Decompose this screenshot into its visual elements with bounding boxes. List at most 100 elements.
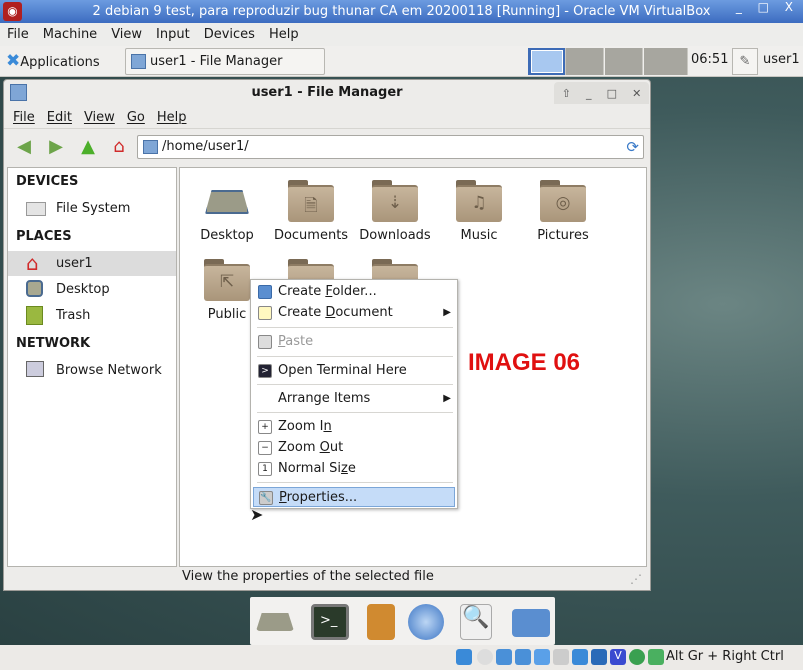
new-document-icon xyxy=(258,306,272,320)
menubar: File Edit View Go Help xyxy=(4,106,650,129)
sidebar-label: File System xyxy=(56,201,131,216)
file-item-desktop[interactable]: Desktop xyxy=(185,180,269,243)
sidebar-item-file-system[interactable]: File System xyxy=(8,196,176,221)
menu-file[interactable]: File xyxy=(7,106,41,128)
workspace-3[interactable] xyxy=(605,48,643,75)
usb-icon[interactable] xyxy=(534,649,550,665)
menu-normal-size[interactable]: 1 Normal Size xyxy=(253,459,455,479)
close-icon[interactable]: ✕ xyxy=(632,87,641,100)
vbox-menu-input[interactable]: Input xyxy=(149,23,197,46)
menu-open-terminal[interactable]: > Open Terminal Here xyxy=(253,361,455,381)
folder-pictures-icon: ◎ xyxy=(540,180,586,222)
maximize-icon[interactable]: □ xyxy=(607,87,617,100)
panel-user[interactable]: user1 xyxy=(763,52,800,67)
sidebar-item-trash[interactable]: Trash xyxy=(8,303,176,328)
network-icon[interactable] xyxy=(515,649,531,665)
separator xyxy=(257,482,453,483)
vt-x-icon[interactable]: V xyxy=(610,649,626,665)
submenu-arrow-icon: ▶ xyxy=(443,393,451,404)
vbox-menu-machine[interactable]: Machine xyxy=(36,23,104,46)
mouse-integration-icon[interactable] xyxy=(648,649,664,665)
zoom-out-icon: − xyxy=(258,441,272,455)
show-desktop-icon[interactable] xyxy=(256,613,294,631)
image-annotation: IMAGE 06 xyxy=(468,349,581,376)
vbox-title: 2 debian 9 test, para reproduzir bug thu… xyxy=(92,4,711,19)
reload-icon[interactable]: ⟳ xyxy=(626,136,639,158)
display-icon[interactable] xyxy=(572,649,588,665)
sidebar-item-desktop[interactable]: Desktop xyxy=(8,277,176,302)
workspace-1[interactable] xyxy=(528,48,566,75)
optical-drive-icon[interactable] xyxy=(477,649,493,665)
menu-go[interactable]: Go xyxy=(121,106,151,128)
file-label: Desktop xyxy=(200,228,254,243)
menu-edit[interactable]: Edit xyxy=(41,106,78,128)
folder-icon[interactable] xyxy=(512,609,550,637)
menu-help[interactable]: Help xyxy=(151,106,193,128)
menu-zoom-out[interactable]: − Zoom Out xyxy=(253,438,455,458)
guest-additions-icon[interactable] xyxy=(629,649,645,665)
folder-music-icon: ♫ xyxy=(456,180,502,222)
vbox-statusbar: V Alt Gr + Right Ctrl xyxy=(0,645,803,670)
vbox-menubar: File Machine View Input Devices Help xyxy=(0,23,803,46)
applications-menu-button[interactable]: ✖Applications xyxy=(6,50,100,74)
sidebar-label: Browse Network xyxy=(56,363,162,378)
trash-icon xyxy=(26,306,43,325)
menu-create-folder[interactable]: Create Folder... xyxy=(253,282,455,302)
video-capture-icon[interactable] xyxy=(591,649,607,665)
web-browser-icon[interactable] xyxy=(408,604,444,640)
sidebar-item-user1[interactable]: ⌂ user1 xyxy=(8,251,176,276)
sidebar-label: user1 xyxy=(56,256,93,271)
workspace-2[interactable] xyxy=(566,48,604,75)
menu-properties[interactable]: 🔧 Properties... xyxy=(253,487,455,507)
file-item-downloads[interactable]: ⇣ Downloads xyxy=(353,180,437,243)
taskbar-file-manager[interactable]: user1 - File Manager xyxy=(125,48,325,75)
drive-icon xyxy=(26,202,46,216)
forward-icon[interactable]: ▶ xyxy=(45,136,67,158)
status-bar: View the properties of the selected file xyxy=(182,569,434,584)
audio-icon[interactable] xyxy=(496,649,512,665)
file-label: Downloads xyxy=(359,228,431,243)
menu-create-document[interactable]: Create Document ▶ xyxy=(253,303,455,323)
file-manager-icon[interactable] xyxy=(367,604,395,640)
separator xyxy=(257,356,453,357)
paste-icon xyxy=(258,335,272,349)
vbox-menu-file[interactable]: File xyxy=(0,23,36,46)
menu-arrange-items[interactable]: Arrange Items ▶ xyxy=(253,389,455,409)
network-header: NETWORK xyxy=(16,336,91,351)
resize-grip-icon[interactable]: ⋰ xyxy=(630,572,642,586)
shared-folders-icon[interactable] xyxy=(553,649,569,665)
hard-disk-icon[interactable] xyxy=(456,649,472,665)
menu-paste[interactable]: Paste xyxy=(253,332,455,352)
folder-downloads-icon: ⇣ xyxy=(372,180,418,222)
minimize-icon[interactable]: _ xyxy=(586,87,592,100)
menu-zoom-in[interactable]: + Zoom In xyxy=(253,417,455,437)
terminal-icon: > xyxy=(258,364,272,378)
terminal-icon[interactable]: >_ xyxy=(311,604,349,640)
host-key-label: Alt Gr + Right Ctrl xyxy=(666,649,784,664)
sidebar-item-browse-network[interactable]: Browse Network xyxy=(8,358,176,383)
shade-icon[interactable]: ⇧ xyxy=(562,87,571,100)
vbox-window-controls[interactable]: _ □ X xyxy=(736,0,799,14)
workspace-4[interactable] xyxy=(644,48,688,75)
menu-view[interactable]: View xyxy=(78,106,121,128)
file-label: Documents xyxy=(273,228,349,243)
back-icon[interactable]: ◀ xyxy=(13,136,35,158)
file-item-documents[interactable]: 🗎 Documents xyxy=(269,180,353,243)
vbox-menu-help[interactable]: Help xyxy=(262,23,306,46)
sidebar-label: Trash xyxy=(56,308,91,323)
app-finder-icon[interactable]: 🔍 xyxy=(460,604,492,640)
clock[interactable]: 06:51 xyxy=(691,52,728,67)
file-item-pictures[interactable]: ◎ Pictures xyxy=(521,180,605,243)
folder-public-icon: ⇱ xyxy=(204,259,250,301)
up-icon[interactable]: ▲ xyxy=(77,136,99,158)
vbox-menu-devices[interactable]: Devices xyxy=(197,23,262,46)
xfce-panel: ✖Applications user1 - File Manager 06:51… xyxy=(0,46,803,77)
file-item-music[interactable]: ♫ Music xyxy=(437,180,521,243)
location-input[interactable]: /home/user1/ ⟳ xyxy=(137,135,644,159)
user-switch-icon[interactable]: ✎ xyxy=(732,48,758,75)
vbox-menu-view[interactable]: View xyxy=(104,23,149,46)
dock: >_ 🔍 xyxy=(250,597,555,645)
menu-label: Arrange Items xyxy=(278,391,371,406)
home-icon[interactable]: ⌂ xyxy=(108,136,130,158)
devices-header: DEVICES xyxy=(16,174,79,189)
